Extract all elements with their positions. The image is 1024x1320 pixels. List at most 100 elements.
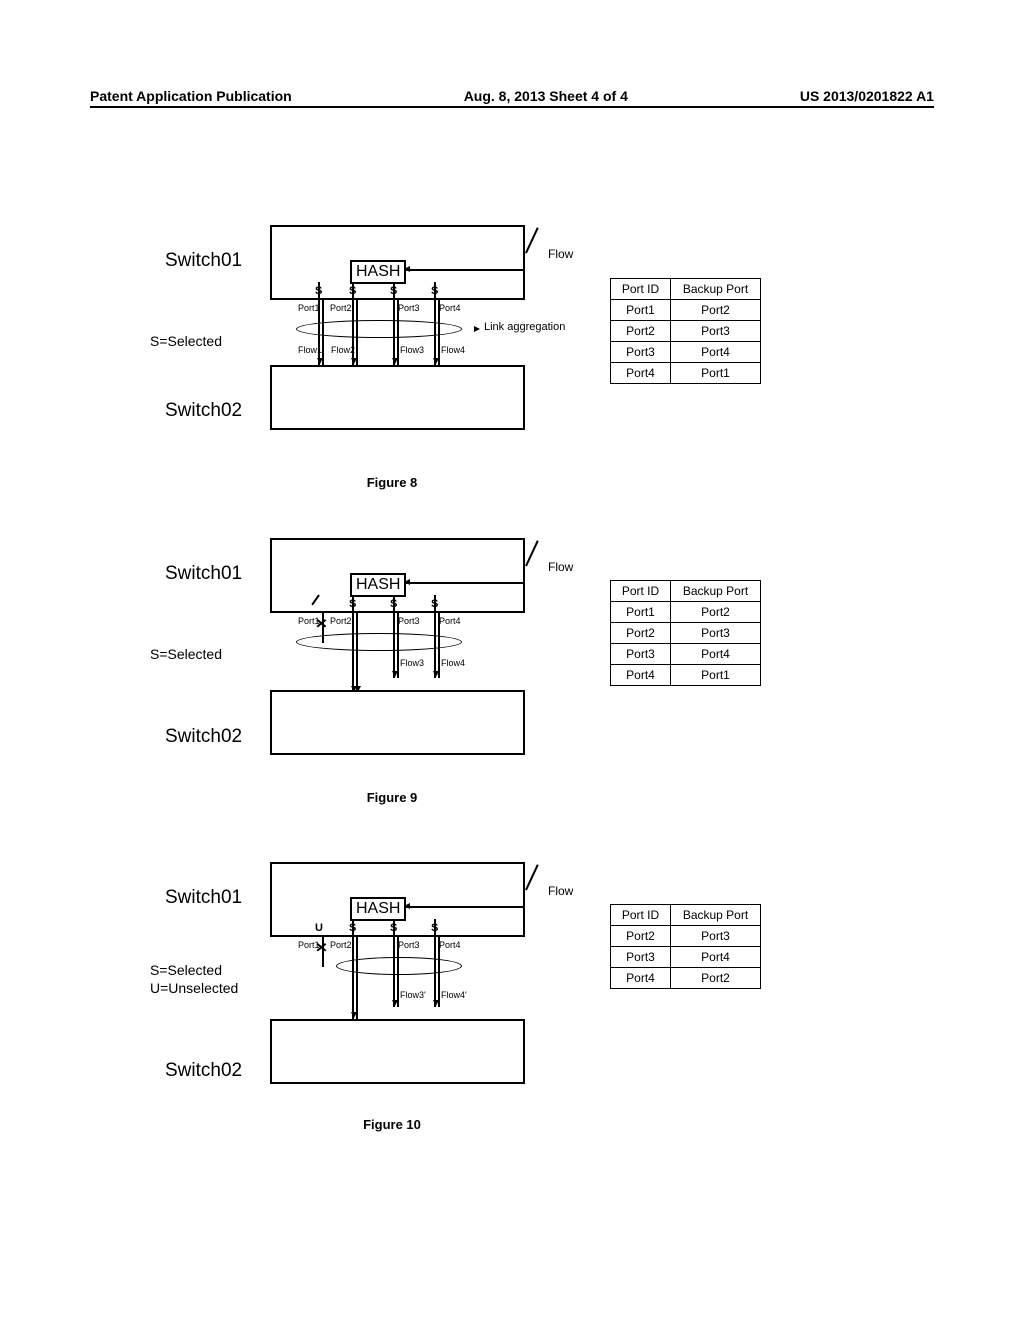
table-row: Port2Port3 [611, 321, 761, 342]
link-agg-ellipse [296, 633, 462, 651]
flow-label: Flow1 [298, 345, 322, 355]
state-s: S [390, 598, 397, 610]
flow-annotation: Flow [548, 884, 573, 898]
backup-port-table: Port IDBackup Port Port1Port2 Port2Port3… [610, 278, 761, 384]
backup-port-table: Port IDBackup Port Port2Port3 Port3Port4… [610, 904, 761, 989]
arrow-down-icon [351, 358, 357, 364]
x-mark-icon: ✕ [315, 616, 328, 632]
th-portid: Port ID [611, 905, 671, 926]
arrow-down-icon [351, 1012, 357, 1018]
port-line [356, 937, 358, 1019]
switch02-box [270, 1019, 525, 1084]
th-backup: Backup Port [671, 905, 761, 926]
state-s: S [349, 285, 356, 297]
arrow-down-icon [433, 358, 439, 364]
flow-label: Flow4' [441, 990, 467, 1000]
port-label: Port3 [398, 940, 420, 950]
flow-label: Flow2 [331, 345, 355, 355]
flow-label: Flow3' [400, 990, 426, 1000]
state-s: S [390, 922, 397, 934]
port-label: Port3 [398, 303, 420, 313]
arrow-down-icon [392, 671, 398, 677]
header-left: Patent Application Publication [90, 88, 292, 104]
table-row: Port4Port1 [611, 665, 761, 686]
flow-leader [405, 269, 525, 271]
table-row: Port IDBackup Port [611, 581, 761, 602]
flow-leader-diag [525, 227, 538, 253]
table-row: Port IDBackup Port [611, 905, 761, 926]
arrow-down-icon [392, 1000, 398, 1006]
port-line [352, 937, 354, 1019]
switch02-box [270, 365, 525, 430]
hash-box: HASH [350, 897, 406, 921]
flow-annotation: Flow [548, 560, 573, 574]
hash-box: HASH [350, 260, 406, 284]
arrow-left-icon [404, 579, 410, 585]
flow-leader-diag [525, 864, 538, 890]
link-agg-ellipse [296, 320, 462, 338]
state-s: S [431, 922, 438, 934]
state-s: S [349, 598, 356, 610]
hash-box: HASH [350, 573, 406, 597]
port-label: Port2 [330, 303, 352, 313]
port-label: Port4 [439, 303, 461, 313]
flow-leader [405, 906, 525, 908]
state-u: U [315, 922, 323, 934]
arrow-right-icon [474, 326, 480, 332]
th-backup: Backup Port [671, 279, 761, 300]
backup-port-table: Port IDBackup Port Port1Port2 Port2Port3… [610, 580, 761, 686]
arrow-down-icon [433, 671, 439, 677]
switch01-label: Switch01 [165, 250, 242, 272]
switch02-label: Switch02 [165, 400, 242, 422]
arrow-down-icon [433, 1000, 439, 1006]
table-row: Port1Port2 [611, 602, 761, 623]
unselected-legend: U=Unselected [150, 980, 238, 996]
flow-label: Flow4 [441, 658, 465, 668]
arrow-left-icon [404, 903, 410, 909]
arrow-left-icon [404, 266, 410, 272]
figure-caption: Figure 9 [0, 790, 904, 805]
switch01-label: Switch01 [165, 887, 242, 909]
flow-leader [405, 582, 525, 584]
flow-annotation: Flow [548, 247, 573, 261]
selected-legend: S=Selected [150, 962, 222, 978]
selected-legend: S=Selected [150, 646, 222, 662]
state-s: S [315, 285, 322, 297]
arrow-down-icon [392, 358, 398, 364]
port-label: Port4 [439, 940, 461, 950]
flow-leader-diag [525, 540, 538, 566]
table-row: Port2Port3 [611, 623, 761, 644]
state-s: S [431, 598, 438, 610]
table-row: Port3Port4 [611, 342, 761, 363]
port-label: Port3 [398, 616, 420, 626]
table-row: Port3Port4 [611, 644, 761, 665]
figure-caption: Figure 10 [0, 1117, 904, 1132]
switch02-label: Switch02 [165, 1060, 242, 1082]
header-center: Aug. 8, 2013 Sheet 4 of 4 [464, 88, 628, 104]
link-agg-ellipse [336, 957, 462, 975]
port-line [356, 613, 358, 693]
flow-label: Flow3 [400, 345, 424, 355]
flow-label: Flow3 [400, 658, 424, 668]
x-mark-icon: ✕ [315, 940, 328, 956]
th-portid: Port ID [611, 279, 671, 300]
state-s: S [390, 285, 397, 297]
switch01-label: Switch01 [165, 563, 242, 585]
switch02-label: Switch02 [165, 726, 242, 748]
table-row: Port2Port3 [611, 926, 761, 947]
table-row: Port IDBackup Port [611, 279, 761, 300]
header-right: US 2013/0201822 A1 [800, 88, 934, 104]
page-header: Patent Application Publication Aug. 8, 2… [90, 88, 934, 104]
table-row: Port1Port2 [611, 300, 761, 321]
selected-legend: S=Selected [150, 333, 222, 349]
arrow-down-icon [317, 358, 323, 364]
port-label: Port4 [439, 616, 461, 626]
table-row: Port3Port4 [611, 947, 761, 968]
th-backup: Backup Port [671, 581, 761, 602]
figure-caption: Figure 8 [0, 475, 904, 490]
state-s: S [349, 922, 356, 934]
table-row: Port4Port1 [611, 363, 761, 384]
port-label: Port2 [330, 940, 352, 950]
flow-label: Flow4 [441, 345, 465, 355]
table-row: Port4Port2 [611, 968, 761, 989]
